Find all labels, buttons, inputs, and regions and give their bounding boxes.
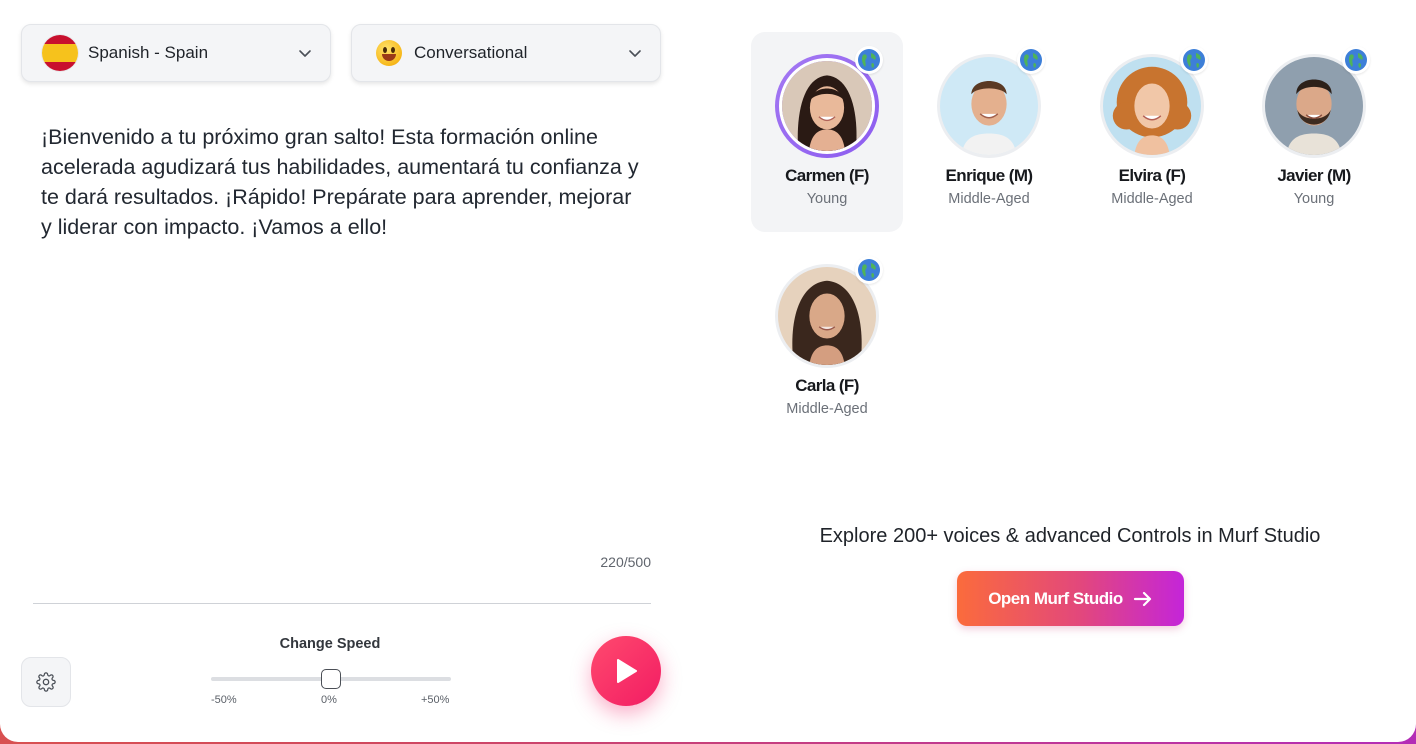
globe-icon xyxy=(855,256,883,284)
globe-icon xyxy=(1180,46,1208,74)
grinning-face-emoji-icon xyxy=(376,40,402,66)
voice-card-javier[interactable]: Javier (M) Young xyxy=(1238,32,1390,232)
divider xyxy=(33,603,651,604)
speed-slider-thumb[interactable] xyxy=(321,669,341,689)
open-murf-studio-button[interactable]: Open Murf Studio xyxy=(957,571,1184,626)
voice-age: Young xyxy=(1293,191,1335,207)
speed-max-label: +50% xyxy=(421,694,450,706)
voice-card-carmen[interactable]: Carmen (F) Young xyxy=(751,32,903,232)
voice-style-dropdown[interactable]: Conversational xyxy=(351,24,661,82)
voice-name: Carla (F) xyxy=(795,376,859,395)
voice-card-elvira[interactable]: Elvira (F) Middle-Aged xyxy=(1076,32,1228,232)
globe-icon xyxy=(1342,46,1370,74)
promo-text: Explore 200+ voices & advanced Controls … xyxy=(819,525,1321,547)
play-icon xyxy=(617,659,637,683)
chevron-down-icon xyxy=(629,50,641,57)
globe-icon xyxy=(855,46,883,74)
voice-demo-card: Spanish - Spain Conversational ¡Bienveni… xyxy=(0,0,1416,742)
avatar-carmen xyxy=(779,58,875,154)
speed-mid-label: 0% xyxy=(321,694,337,706)
settings-button[interactable] xyxy=(21,657,71,707)
globe-icon xyxy=(1017,46,1045,74)
voice-name: Elvira (F) xyxy=(1118,166,1186,185)
voice-age: Young xyxy=(806,191,848,207)
voice-card-enrique[interactable]: Enrique (M) Middle-Aged xyxy=(913,32,1065,232)
voice-name: Enrique (M) xyxy=(945,166,1034,185)
open-murf-studio-label: Open Murf Studio xyxy=(988,588,1123,608)
gear-icon xyxy=(36,672,56,692)
voice-age: Middle-Aged xyxy=(786,401,868,417)
language-dropdown[interactable]: Spanish - Spain xyxy=(21,24,331,82)
character-counter: 220/500 xyxy=(600,554,651,570)
speed-title: Change Speed xyxy=(279,636,381,652)
voice-style-dropdown-label: Conversational xyxy=(414,43,528,62)
language-dropdown-label: Spanish - Spain xyxy=(88,43,209,62)
spain-flag-icon xyxy=(42,35,78,71)
arrow-right-icon xyxy=(1133,591,1151,606)
play-button[interactable] xyxy=(591,636,661,706)
script-text-area[interactable]: ¡Bienvenido a tu próximo gran salto! Est… xyxy=(41,122,641,242)
chevron-down-icon xyxy=(299,50,311,57)
voice-name: Javier (M) xyxy=(1277,166,1351,185)
speed-min-label: -50% xyxy=(211,694,237,706)
voice-name: Carmen (F) xyxy=(785,166,869,185)
voice-age: Middle-Aged xyxy=(1111,191,1193,207)
voice-age: Middle-Aged xyxy=(948,191,1030,207)
voice-card-carla[interactable]: Carla (F) Middle-Aged xyxy=(751,242,903,442)
